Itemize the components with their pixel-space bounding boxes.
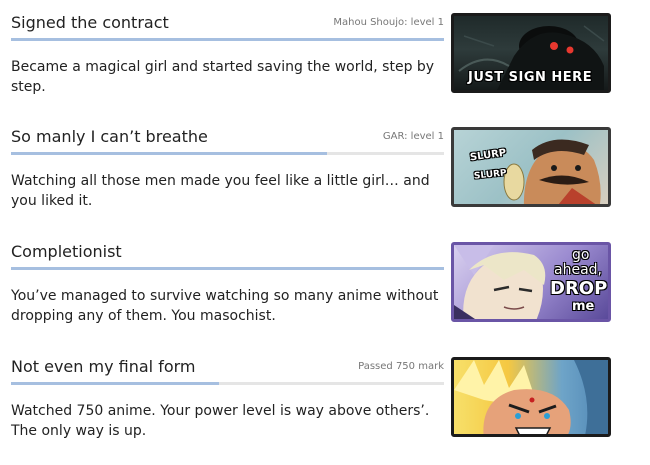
image-caption: go xyxy=(572,247,590,263)
achievement-tag: Mahou Shoujo: level 1 xyxy=(333,17,444,28)
progress-track xyxy=(11,382,444,385)
achievement-tag: GAR: level 1 xyxy=(382,131,444,142)
achievement-item: So manly I can’t breathe GAR: level 1 Wa… xyxy=(0,127,650,235)
achievement-title: Completionist xyxy=(11,242,122,261)
manly-anime-icon: SLURP SLURP xyxy=(451,127,611,207)
progress-track xyxy=(11,152,444,155)
achievement-list: Signed the contract Mahou Shoujo: level … xyxy=(0,0,650,452)
image-caption: me xyxy=(572,299,595,314)
image-caption: JUST SIGN HERE xyxy=(468,70,593,85)
progress-fill xyxy=(11,382,219,385)
image-caption: DROP xyxy=(550,278,608,299)
achievement-description: You’ve managed to survive watching so ma… xyxy=(11,288,439,324)
achievement-description: Watching all those men made you feel lik… xyxy=(11,173,430,209)
achievement-item: Signed the contract Mahou Shoujo: level … xyxy=(0,13,650,121)
progress-track xyxy=(11,267,444,270)
achievement-title: Signed the contract xyxy=(11,13,169,32)
achievement-title: So manly I can’t breathe xyxy=(11,127,208,146)
progress-fill xyxy=(11,152,328,155)
progress-fill xyxy=(11,38,444,41)
progress-track xyxy=(11,38,444,41)
achievement-description: Watched 750 anime. Your power level is w… xyxy=(11,403,430,439)
final-form-anime-icon xyxy=(451,357,611,437)
achievement-tag: Passed 750 mark xyxy=(358,361,444,372)
completionist-anime-icon: go ahead, DROP me xyxy=(451,242,611,322)
achievement-description: Became a magical girl and started saving… xyxy=(11,59,435,95)
progress-fill xyxy=(11,267,444,270)
image-caption: ahead, xyxy=(554,262,602,278)
contract-anime-icon: JUST SIGN HERE xyxy=(451,13,611,93)
achievement-title: Not even my final form xyxy=(11,357,196,376)
achievement-item: Not even my final form Passed 750 mark W… xyxy=(0,357,650,465)
achievement-item: Completionist You’ve managed to survive … xyxy=(0,242,650,350)
